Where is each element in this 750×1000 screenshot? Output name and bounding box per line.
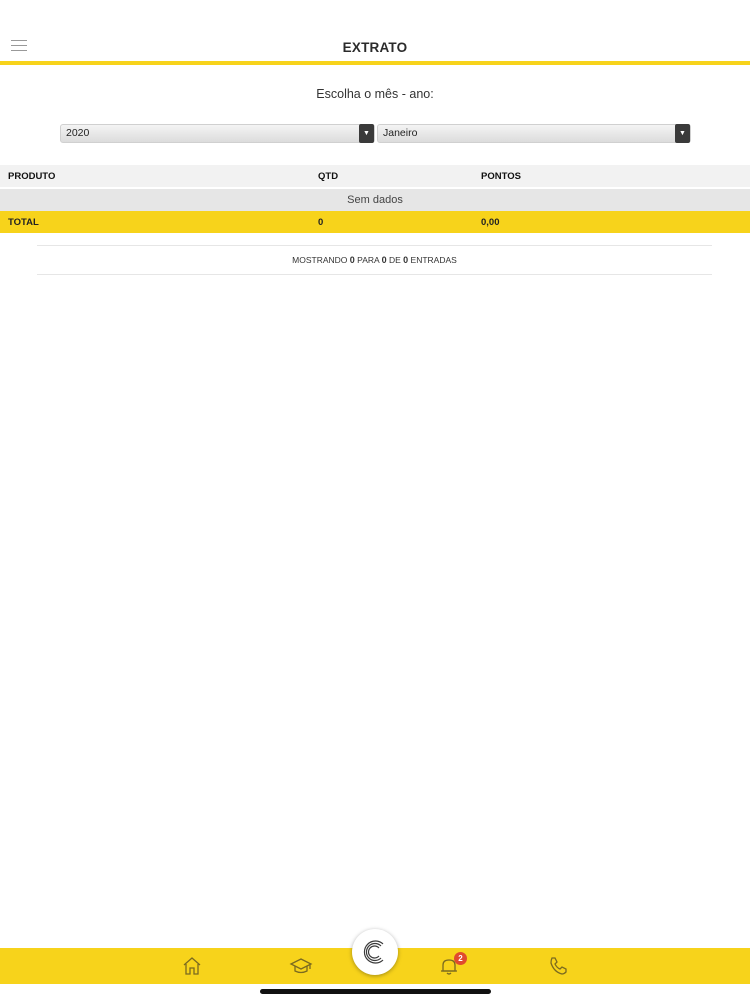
- year-select[interactable]: 2020 ▼: [60, 124, 375, 143]
- chevron-down-icon: ▼: [675, 124, 690, 143]
- notification-badge: 2: [454, 952, 467, 965]
- header-divider: [0, 61, 750, 65]
- statement-table: PRODUTO QTD PONTOS Sem dados TOTAL 0 0,0…: [0, 165, 750, 233]
- month-select[interactable]: Janeiro ▼: [377, 124, 691, 143]
- total-qtd: 0: [318, 217, 324, 228]
- column-header-pontos[interactable]: PONTOS: [481, 171, 521, 182]
- empty-message: Sem dados: [0, 189, 750, 211]
- pagination-from: 0: [349, 255, 355, 265]
- chevron-down-icon: ▼: [359, 124, 374, 143]
- total-label: TOTAL: [8, 217, 39, 228]
- month-select-value: Janeiro: [383, 127, 418, 139]
- table-header-row: PRODUTO QTD PONTOS: [0, 165, 750, 187]
- logo-icon[interactable]: [352, 929, 398, 975]
- pagination-suffix: ENTRADAS: [410, 255, 457, 265]
- total-pontos: 0,00: [481, 217, 500, 228]
- page-title: EXTRATO: [342, 40, 408, 55]
- phone-icon[interactable]: [546, 954, 570, 978]
- pagination-to: 0: [381, 255, 387, 265]
- column-header-produto[interactable]: PRODUTO: [8, 171, 55, 182]
- pagination-prefix: MOSTRANDO: [292, 255, 348, 265]
- app-header: EXTRATO: [0, 0, 750, 62]
- home-icon[interactable]: [180, 954, 204, 978]
- pagination-info: MOSTRANDO 0 PARA 0 DE 0 ENTRADAS: [37, 245, 712, 275]
- table-total-row: TOTAL 0 0,00: [0, 211, 750, 233]
- filter-prompt: Escolha o mês - ano:: [316, 87, 434, 101]
- pagination-mid1: PARA: [357, 255, 380, 265]
- home-indicator: [260, 989, 491, 994]
- graduation-cap-icon[interactable]: [289, 954, 313, 978]
- column-header-qtd[interactable]: QTD: [318, 171, 338, 182]
- pagination-total: 0: [403, 255, 409, 265]
- year-select-value: 2020: [66, 127, 90, 139]
- pagination-mid2: DE: [388, 255, 401, 265]
